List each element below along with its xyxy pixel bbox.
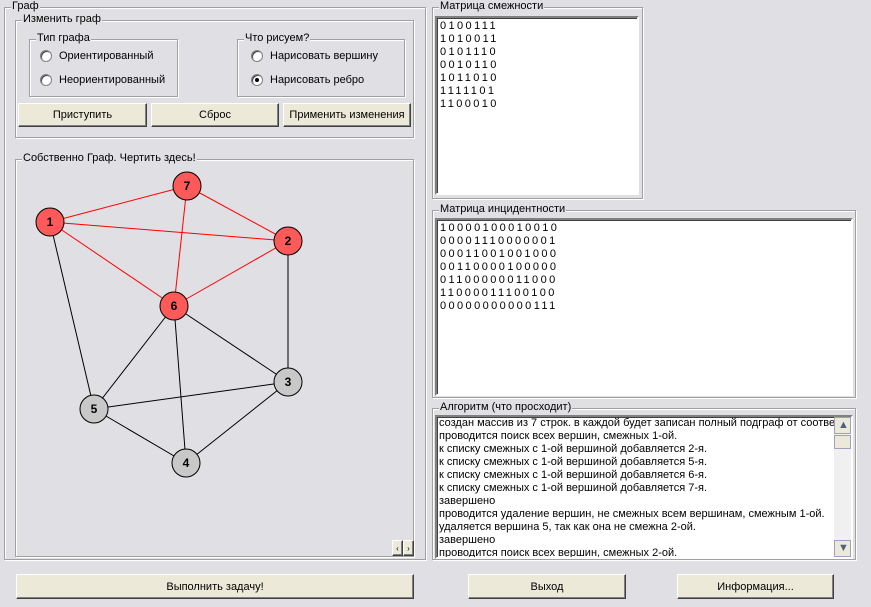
scroll-up-button[interactable]: ▲: [834, 417, 851, 434]
vertex-label: 3: [285, 375, 292, 389]
run-task-button[interactable]: Выполнить задачу!: [16, 574, 414, 599]
vertex-label: 2: [285, 234, 292, 248]
matrix-row: 1011010: [440, 72, 499, 84]
edge-1-7: [49, 185, 188, 223]
edge-7-6: [173, 185, 188, 307]
edge-1-6: [49, 221, 175, 307]
vertex-label: 6: [171, 299, 178, 313]
matrix-row: 1100010: [440, 98, 499, 110]
edge-7-2: [186, 185, 289, 242]
edge-6-3: [173, 305, 289, 383]
log-line: проводится поиск всех вершин, смежных 1-…: [439, 430, 678, 442]
matrix-row: 00001110000001: [440, 235, 558, 247]
log-scrollbar[interactable]: ▲ ▼: [834, 417, 851, 557]
log-line: к списку смежных с 1-ой вершиной добавля…: [439, 469, 708, 481]
matrix-row: 0101110: [440, 46, 498, 58]
scroll-thumb[interactable]: [834, 435, 851, 449]
log-line: завершено: [439, 495, 496, 507]
edge-5-4: [93, 408, 187, 464]
vertex-label: 4: [183, 456, 190, 470]
log-line: к списку смежных с 1-ой вершиной добавля…: [439, 456, 708, 468]
scroll-left-button[interactable]: ‹: [392, 540, 403, 556]
canvas-scroll-arrows[interactable]: ‹ ›: [392, 540, 414, 556]
log-line: к списку смежных с 1-ой вершиной добавля…: [439, 482, 708, 494]
vertex-label: 5: [91, 402, 98, 416]
scroll-right-button[interactable]: ›: [403, 540, 414, 556]
adjacency-matrix[interactable]: 0100111 1010011 0101110 0010110 1011010 11111…: [435, 16, 639, 195]
scroll-down-button[interactable]: ▼: [834, 540, 851, 557]
algorithm-log[interactable]: ▲ ▼ создан массив из 7 строк. в каждой б…: [435, 415, 853, 559]
log-line: завершено: [439, 534, 496, 546]
log-line: удаляется вершина 5, так как она не смеж…: [439, 521, 696, 533]
edge-6-4: [173, 305, 187, 464]
exit-button[interactable]: Выход: [468, 574, 626, 599]
matrix-row: 0010110: [440, 59, 499, 71]
adjacency-title: Матрица смежности: [439, 0, 545, 12]
vertex-label: 1: [47, 215, 54, 229]
matrix-row: 00110000100000: [440, 261, 559, 273]
edge-6-5: [93, 305, 175, 410]
info-button[interactable]: Информация...: [677, 574, 834, 599]
edge-1-5: [49, 221, 95, 410]
log-line: проводится поиск всех вершин, смежных 2-…: [439, 547, 678, 559]
matrix-row: 0100111: [440, 20, 498, 32]
matrix-row: 00011001001000: [440, 248, 559, 260]
incidence-title: Матрица инцидентности: [439, 203, 567, 215]
edge-1-2: [49, 221, 289, 242]
edge-2-6: [173, 240, 289, 307]
log-line: к списку смежных с 1-ой вершиной добавля…: [439, 443, 708, 455]
algorithm-title: Алгоритм (что просходит): [439, 401, 573, 413]
matrix-row: 10000100010010: [440, 222, 560, 234]
matrix-row: 1111101: [440, 85, 497, 97]
incidence-matrix[interactable]: 10000100010010 00001110000001 000110010010…: [435, 218, 853, 396]
vertex-label: 7: [184, 179, 191, 193]
matrix-row: 11000011100100: [440, 287, 557, 299]
matrix-row: 1010011: [440, 33, 499, 45]
graph-canvas[interactable]: 1 2 3 4 5 6 7: [0, 0, 430, 560]
log-line: создан массив из 7 строк. в каждой будет…: [439, 417, 836, 429]
matrix-row: 01100000011000: [440, 274, 558, 286]
log-line: проводится удаление вершин, не смежных в…: [439, 508, 825, 520]
matrix-row: 00000000000111: [440, 300, 558, 312]
